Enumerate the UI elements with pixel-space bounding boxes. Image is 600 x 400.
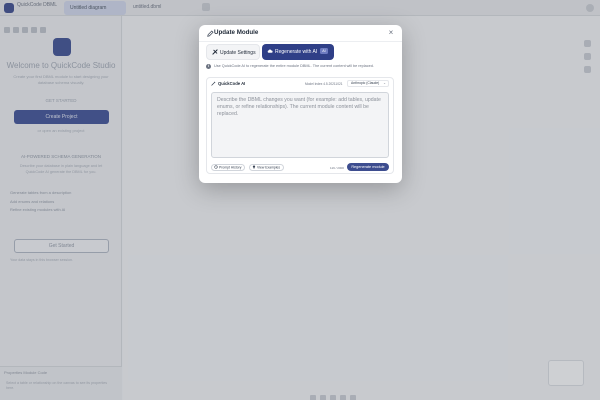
info-text: Use QuickCode AI to regenerate the entir… <box>214 64 374 68</box>
settings-icon <box>212 49 218 55</box>
ai-cloud-icon <box>267 49 273 53</box>
tab-label: Regenerate with AI <box>275 49 318 55</box>
update-module-modal: Update Module × Update Settings Regenera… <box>199 25 402 183</box>
modal-header: Update Module × <box>199 25 402 42</box>
prompt-history-label: Prompt History <box>219 165 242 170</box>
view-examples-button[interactable]: View Examples <box>249 164 285 171</box>
info-row: i Use QuickCode AI to regenerate the ent… <box>206 64 396 71</box>
ai-badge: AI <box>320 48 328 54</box>
tab-regenerate-ai[interactable]: Regenerate with AI AI <box>262 44 334 60</box>
history-icon <box>214 165 218 169</box>
model-index-info: Model Index 4.5.20211021 <box>305 81 343 86</box>
char-count: 119 / 2000 <box>330 165 344 170</box>
prompt-input[interactable] <box>211 92 389 158</box>
magic-wand-icon <box>211 81 216 86</box>
regenerate-module-button[interactable]: Regenerate module <box>347 163 389 171</box>
view-examples-label: View Examples <box>257 165 281 170</box>
ai-panel: QuickCode AI Model Index 4.5.20211021 An… <box>206 77 394 174</box>
model-select[interactable]: Anthropic (Claude) ⌄ <box>347 80 389 87</box>
tab-label: Update Settings <box>220 50 256 56</box>
ai-panel-header: QuickCode AI Model Index 4.5.20211021 An… <box>207 78 393 89</box>
ai-brand-label: QuickCode AI <box>218 81 246 86</box>
ai-panel-footer: Prompt History View Examples 119 / 2000 … <box>211 163 389 172</box>
close-icon[interactable]: × <box>386 28 396 38</box>
modal-title: Update Module <box>214 29 259 36</box>
lightbulb-icon <box>252 165 256 169</box>
model-select-value: Anthropic (Claude) <box>351 81 380 85</box>
chevron-down-icon: ⌄ <box>383 81 386 85</box>
tab-update-settings[interactable]: Update Settings <box>206 44 260 60</box>
edit-icon <box>207 30 214 37</box>
info-icon: i <box>206 64 211 69</box>
modal-tab-bar: Update Settings Regenerate with AI AI <box>206 44 336 60</box>
prompt-history-button[interactable]: Prompt History <box>211 164 246 171</box>
